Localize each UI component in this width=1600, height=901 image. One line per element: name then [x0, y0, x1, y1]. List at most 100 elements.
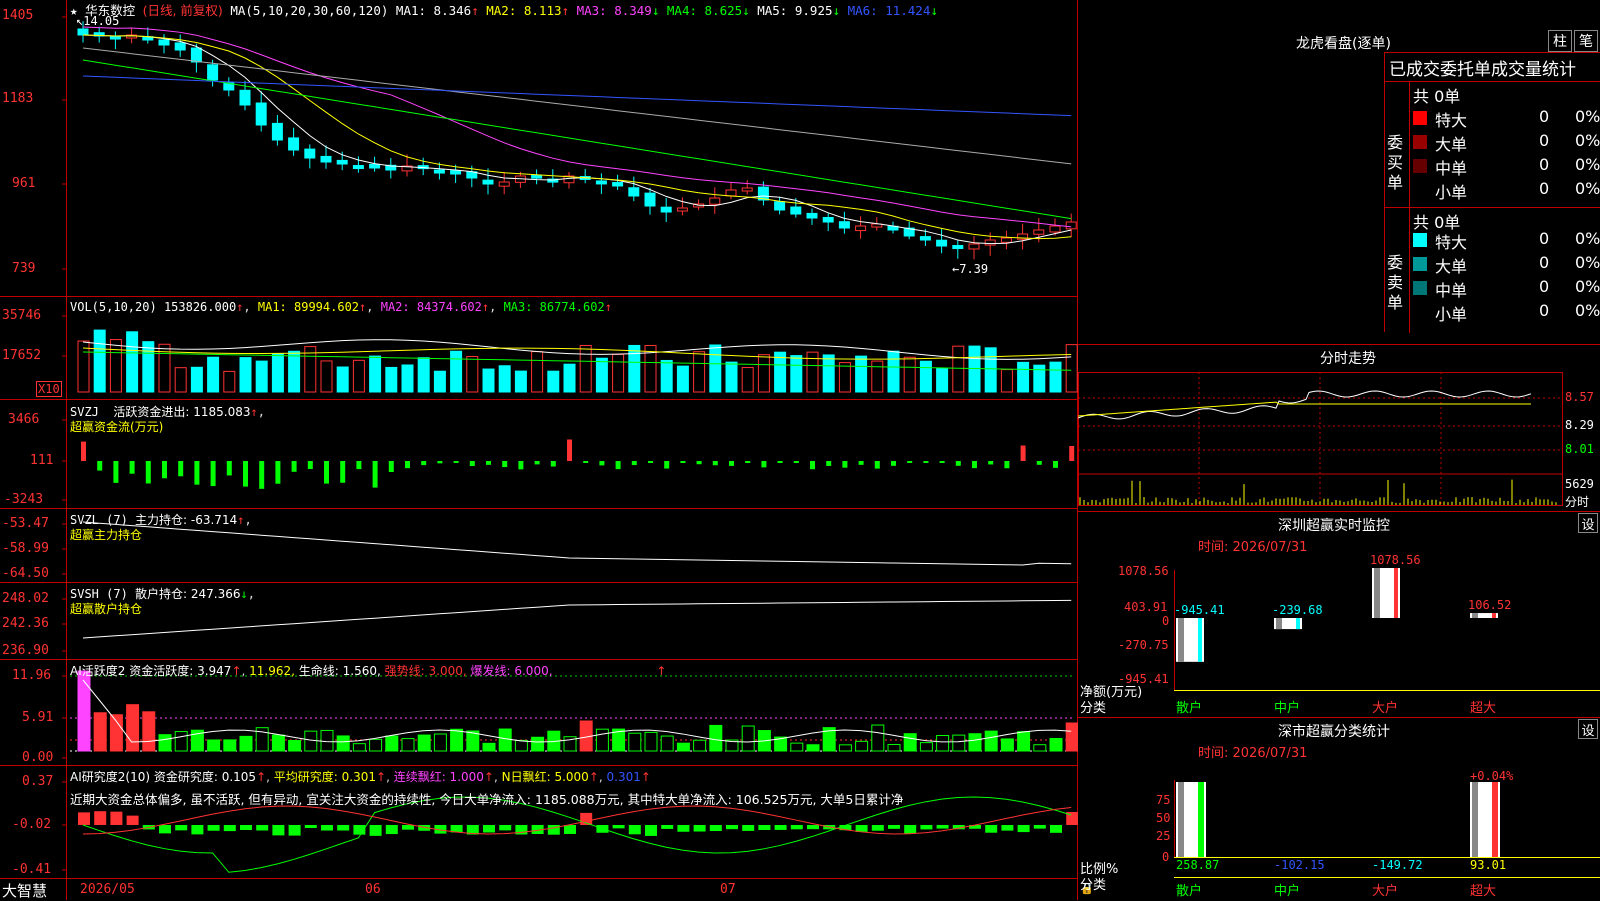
y-tick: -0.02	[12, 817, 52, 832]
tick-mode-button[interactable]: 笔	[1574, 30, 1598, 52]
activity-bar	[1017, 731, 1031, 752]
candle-body	[271, 122, 283, 141]
activity-bar	[109, 714, 123, 752]
y-tick: -3243	[4, 492, 44, 507]
volume-bar	[628, 344, 641, 393]
fund-flow-bar	[502, 461, 508, 468]
candle-body	[174, 42, 186, 51]
y-tick: 5.91	[22, 710, 54, 725]
legend-swatch	[1413, 257, 1427, 271]
volume-bar	[514, 370, 527, 393]
fund-flow-bar	[583, 461, 589, 463]
volume-bar	[838, 362, 851, 393]
ma-params[interactable]: MA(5,10,20,30,60,120)	[230, 3, 388, 18]
activity-bar	[385, 735, 399, 752]
legend-swatch	[1413, 233, 1427, 247]
order-type: 特大	[1435, 233, 1468, 252]
vol-ma2: MA2: 84374.602	[380, 300, 482, 314]
main-indicator-header: ★ 华东数控 (日线, 前复权) MA(5,10,20,30,60,120) M…	[70, 3, 938, 18]
main-chart-area[interactable]: 1405 1183 961 739 35746 17652 X10 3466 1…	[0, 0, 1094, 900]
sz-bar-value: 1078.56	[1370, 553, 1421, 567]
intraday-lines	[1078, 390, 1557, 505]
fund-flow-bar	[324, 461, 329, 484]
fund-flow-bar	[955, 461, 961, 466]
activity-bar	[741, 725, 755, 752]
activity-bar	[693, 739, 707, 752]
order-count: 0	[1539, 131, 1550, 150]
order-row: 特大 0 0%	[1413, 107, 1600, 130]
fund-flow-bar	[680, 461, 686, 463]
ss-axis-label2: 分类	[1080, 878, 1107, 893]
fs-tick: 8.01	[1565, 442, 1594, 456]
y-tick: 35746	[2, 308, 42, 323]
fund-flow-bar	[1069, 445, 1075, 461]
sz-bar-shade	[1178, 618, 1184, 662]
volume-bar	[1065, 344, 1078, 393]
y-tick: 111	[30, 453, 54, 468]
ss-bar-value: 93.01	[1470, 858, 1507, 872]
order-count: 0	[1539, 107, 1550, 126]
volume-bar	[288, 350, 301, 393]
activity-bar	[984, 730, 998, 752]
sz-bar-edge	[1492, 613, 1496, 618]
research-bar	[985, 825, 998, 833]
research-bar	[402, 825, 414, 830]
volume-bar	[174, 367, 187, 393]
ss-tick: 0	[1162, 850, 1170, 864]
order-row: 中单 0 0%	[1413, 277, 1600, 300]
y-tick: 236.90	[2, 643, 49, 658]
fund-flow-bar	[923, 461, 929, 463]
intraday-chart[interactable]	[1078, 368, 1600, 511]
ss-stats-title: 深市超赢分类统计	[1278, 724, 1390, 740]
fund-flow-bar	[1053, 461, 1058, 468]
vol-ma3: MA3: 86774.602	[503, 300, 605, 314]
research-bar	[175, 825, 188, 831]
period-label[interactable]: (日线, 前复权)	[143, 3, 223, 18]
research-bar	[337, 825, 350, 831]
sz-category: 散户	[1176, 701, 1203, 716]
lhb-title: 龙虎看盘(逐单)	[1296, 36, 1391, 52]
activity-bar	[952, 734, 966, 752]
candle-body	[628, 187, 640, 197]
y-tick: 11.96	[12, 668, 52, 683]
kline-chart[interactable]	[0, 0, 1078, 900]
ss-settings-button[interactable]: 设	[1578, 719, 1598, 739]
volume-bar	[385, 366, 398, 393]
sz-settings-button[interactable]: 设	[1578, 513, 1598, 533]
sz-bar-shade	[1472, 613, 1478, 618]
candle-body	[531, 174, 543, 179]
x-date-3: 07	[720, 882, 736, 897]
order-pct: 0%	[1575, 107, 1600, 126]
volume-bar	[741, 367, 754, 393]
activity-bar	[271, 734, 285, 752]
activity-bar	[93, 712, 107, 752]
research-bar	[1050, 825, 1062, 833]
y-tick: -58.99	[2, 541, 49, 556]
volume-bar	[320, 360, 333, 393]
candle-body	[1000, 237, 1012, 243]
y-tick: -64.50	[2, 566, 49, 581]
activity-bar	[514, 739, 528, 752]
activity-bar	[806, 744, 820, 752]
sz-bar-edge	[1394, 568, 1398, 618]
stats-title: 已成交委托单成交量统计	[1389, 60, 1576, 80]
activity-bar	[660, 735, 674, 752]
ai-activity-header: AI活跃度2 资金活跃度: 3.947↑, 11.962, 生命线: 1.560…	[70, 664, 667, 678]
research-bar	[191, 825, 204, 835]
volume-bar	[271, 353, 284, 393]
svzl-line	[82, 521, 1072, 566]
ma3-line	[82, 26, 1072, 228]
volume-bar	[417, 357, 430, 393]
candle-body	[158, 39, 170, 46]
y-tick: -0.41	[12, 862, 52, 877]
fund-flow-bar	[777, 461, 783, 463]
fund-flow-bar	[615, 461, 621, 470]
volume-bar	[919, 360, 932, 393]
volume-bar	[369, 355, 382, 393]
volume-bar	[1049, 361, 1062, 393]
fund-flow-bar	[793, 461, 799, 463]
fund-flow-bar	[210, 461, 216, 487]
activity-bar	[855, 740, 869, 752]
order-pct: 0%	[1575, 131, 1600, 150]
bar-mode-button[interactable]: 柱	[1548, 30, 1572, 52]
